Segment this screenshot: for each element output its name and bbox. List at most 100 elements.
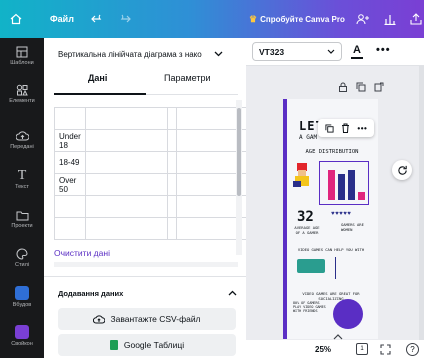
clear-data-link[interactable]: Очистити дані	[54, 248, 110, 258]
table-cell[interactable]	[84, 129, 168, 152]
table-cell[interactable]: Under 18	[54, 129, 86, 152]
analytics-button[interactable]	[384, 0, 396, 38]
chart-bar	[328, 170, 335, 200]
google-sheets-label: Google Таблиці	[123, 340, 185, 350]
top-bar: Файл ♛ Спробуйте Canva Pro	[0, 0, 424, 38]
redo-icon	[120, 14, 131, 23]
page-count-icon[interactable]: 1	[356, 343, 368, 355]
more-options-icon[interactable]: •••	[376, 44, 391, 56]
table-vertical-scrollbar[interactable]	[236, 100, 242, 255]
bar-chart-icon	[384, 15, 396, 25]
average-age-caption: AVERAGE AGE OF A GAMER	[294, 225, 320, 235]
rail-item-uploads[interactable]: Передані	[0, 130, 44, 150]
home-button[interactable]	[6, 0, 26, 38]
table-cell[interactable]	[166, 173, 177, 196]
embed-icon	[15, 286, 29, 300]
table-cell[interactable]	[166, 151, 177, 174]
table-cell[interactable]	[54, 107, 86, 130]
left-rail: Шаблони Елементи Передані T Текст Проект…	[0, 38, 44, 358]
add-data-heading: Додавання даних	[58, 289, 124, 298]
text-color-icon: A	[353, 43, 361, 56]
folder-icon	[16, 211, 28, 221]
cloud-upload-icon	[15, 131, 29, 141]
average-age-value: 32	[297, 209, 314, 225]
pie-chart-graphic	[333, 299, 363, 329]
table-cell[interactable]	[166, 107, 177, 130]
rail-item-projects[interactable]: Проекти	[0, 210, 44, 229]
upload-share-button[interactable]	[410, 0, 422, 38]
rail-item-apps[interactable]: Свойкон	[0, 325, 44, 347]
table-row: Over 50 20	[54, 173, 263, 196]
tab-settings[interactable]: Параметри	[164, 73, 211, 83]
regenerate-button[interactable]	[392, 160, 412, 180]
google-sheets-button[interactable]: Google Таблиці	[58, 334, 236, 356]
chevron-up-icon[interactable]	[228, 290, 237, 296]
app-icon	[15, 325, 29, 339]
table-cell[interactable]	[84, 195, 168, 218]
lock-icon[interactable]	[338, 82, 348, 92]
text-color-button[interactable]: A	[350, 42, 364, 61]
duplicate-page-icon[interactable]	[356, 82, 366, 92]
refresh-icon	[397, 165, 407, 175]
template-icon	[16, 46, 28, 58]
table-cell[interactable]	[166, 195, 177, 218]
table-cell[interactable]	[84, 173, 168, 196]
benefits-list	[335, 257, 365, 279]
table-cell[interactable]	[54, 217, 86, 240]
chart-bar	[358, 192, 365, 200]
rail-label: Свойкон	[11, 341, 33, 347]
help-icon[interactable]: ?	[406, 343, 419, 356]
undo-icon	[91, 14, 102, 23]
socializing-title: VIDEO GAMES ARE GREAT FOR SOCIALIZING	[302, 291, 360, 301]
font-name: VT323	[259, 46, 285, 57]
table-cell[interactable]	[84, 151, 168, 174]
copy-icon[interactable]	[325, 123, 334, 133]
table-cell[interactable]	[84, 217, 168, 240]
table-horizontal-scrollbar[interactable]	[54, 262, 238, 267]
table-row: Under 18 80	[54, 129, 263, 152]
upload-csv-button[interactable]: Завантажте CSV-файл	[58, 308, 236, 330]
table-cell[interactable]	[84, 107, 168, 130]
file-menu[interactable]: Файл	[50, 0, 74, 38]
table-cell[interactable]: Over 50	[54, 173, 86, 196]
table-cell[interactable]: 18-49	[54, 151, 86, 174]
table-cell[interactable]	[54, 195, 86, 218]
redo-button[interactable]	[117, 0, 131, 38]
elements-icon	[16, 84, 28, 96]
rail-item-templates[interactable]: Шаблони	[0, 46, 44, 66]
socializing-body: 80% OF GAMERS PLAY VIDEO GAMES WITH FRIE…	[293, 301, 326, 313]
chart-type-dropdown[interactable]: Вертикальна лінійчата діаграма з нако	[58, 44, 228, 64]
rail-item-text[interactable]: T Текст	[0, 169, 44, 191]
tab-data[interactable]: Дані	[88, 73, 107, 83]
more-options-icon[interactable]: •••	[357, 124, 367, 133]
zoom-level[interactable]: 25%	[315, 345, 331, 354]
try-canva-pro-button[interactable]: ♛ Спробуйте Canva Pro	[249, 0, 345, 38]
section-divider	[44, 276, 246, 277]
rail-item-styles[interactable]: Стилі	[0, 248, 44, 268]
share-people-button[interactable]	[356, 0, 370, 38]
rail-label: Вбудов	[12, 302, 32, 308]
chart-type-label: Вертикальна лінійчата діаграма з нако	[58, 49, 202, 59]
table-cell[interactable]	[166, 129, 177, 152]
table-cell[interactable]	[166, 217, 177, 240]
rail-label: Стилі	[15, 262, 29, 268]
font-family-dropdown[interactable]: VT323	[252, 42, 342, 61]
poster-subtitle: A GAM	[299, 134, 318, 141]
gamer-pixel-illustration	[293, 163, 313, 189]
upload-csv-label: Завантажте CSV-файл	[110, 314, 201, 324]
rail-item-embed[interactable]: Вбудов	[0, 286, 44, 308]
fullscreen-icon[interactable]	[380, 344, 391, 355]
gamers-women-caption: GAMERS ARE WOMEN	[341, 222, 364, 232]
rail-label: Проекти	[11, 223, 33, 229]
data-table: Under 18 80 18-49 70 Over 50 20	[54, 107, 263, 240]
undo-button[interactable]	[91, 0, 105, 38]
canvas-scrollbar[interactable]	[419, 66, 424, 340]
chevron-up-icon[interactable]	[333, 334, 343, 340]
palette-icon	[16, 248, 28, 260]
selected-chart-element[interactable]	[319, 161, 369, 205]
add-page-icon[interactable]	[374, 82, 384, 92]
chevron-down-icon	[214, 51, 223, 57]
trash-icon[interactable]	[341, 123, 350, 133]
scrollbar-thumb[interactable]	[237, 108, 241, 196]
rail-item-elements[interactable]: Елементи	[0, 84, 44, 104]
